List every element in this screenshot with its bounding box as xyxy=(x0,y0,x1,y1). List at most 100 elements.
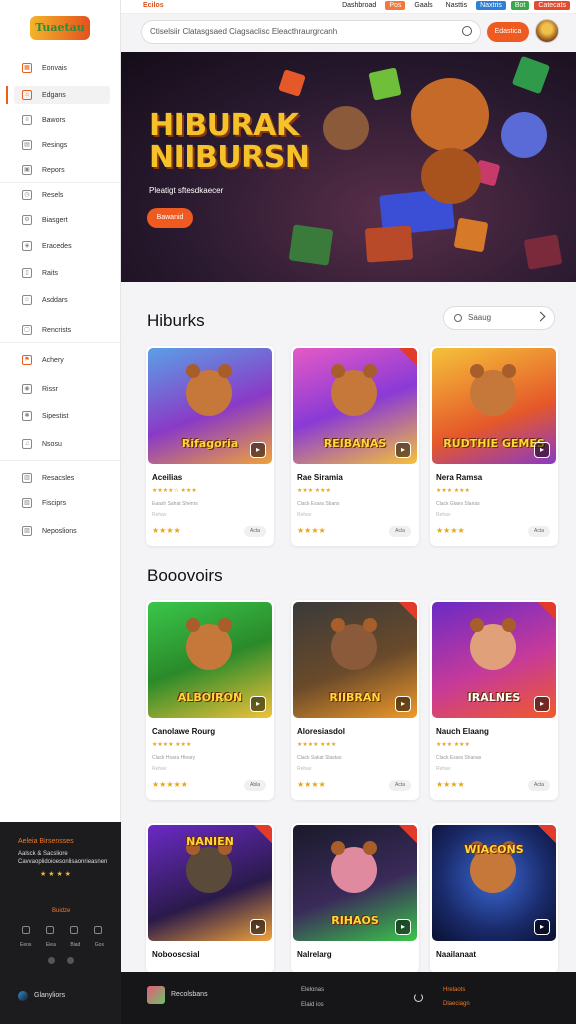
search-icon[interactable] xyxy=(462,26,472,36)
sidebar-item-achery[interactable]: ⚑ Achery xyxy=(14,351,110,369)
star-rating: ★★★★★ xyxy=(152,780,188,789)
game-card[interactable]: IRALNES ▸ Nauch Elaang ★★★ ★★★ Clack Esa… xyxy=(430,600,558,800)
dot-icon[interactable] xyxy=(48,957,55,964)
top-link-dashboard[interactable]: Dashbroad xyxy=(338,1,380,10)
chat-icon[interactable] xyxy=(70,926,78,934)
top-link-catecats[interactable]: Catecats xyxy=(534,1,570,10)
star-rating: ★★★★ xyxy=(297,526,326,535)
chevron-right-icon[interactable] xyxy=(535,311,546,322)
sidebar-item-bawors[interactable]: ≡ Bawors xyxy=(14,111,110,129)
section-title-hiburks: Hiburks xyxy=(147,311,205,330)
sidebar-item-resings[interactable]: ▤ Resings xyxy=(14,136,110,154)
game-action-pill[interactable]: Acta xyxy=(528,526,550,537)
hero-cube xyxy=(511,55,551,95)
footer-link[interactable]: Hrelaots xyxy=(443,987,465,993)
avatar[interactable] xyxy=(535,19,559,43)
sidebar-item-edgans[interactable]: ⌂ Edgans xyxy=(6,86,110,104)
search-input[interactable]: Ctiselsiir Clatasgsaed Ciagsaclisc Eleac… xyxy=(141,20,481,44)
top-link-gaals[interactable]: Gaals xyxy=(410,1,436,10)
sidebar-item-asddars[interactable]: ☺ Asddars xyxy=(14,291,110,309)
play-icon[interactable]: ▸ xyxy=(250,442,266,458)
sidebar-item-repors[interactable]: ▣ Repors xyxy=(14,161,110,179)
play-icon[interactable]: ▸ xyxy=(250,696,266,712)
play-icon[interactable]: ▸ xyxy=(395,696,411,712)
box-icon: ▥ xyxy=(22,473,32,483)
site-logo[interactable]: Tuaetau xyxy=(30,16,90,40)
game-name: Nalrelarg xyxy=(297,950,332,959)
top-link-nasttis[interactable]: Nasttis xyxy=(442,1,471,10)
game-action-pill[interactable]: Acla xyxy=(389,526,411,537)
hero-title-line2: NIIBURSN xyxy=(149,140,310,175)
play-icon[interactable]: ▸ xyxy=(395,442,411,458)
sidebar-item-sipestist[interactable]: ✱ Sipestist xyxy=(14,407,110,425)
game-card[interactable]: NANIEN ▸ Nobooscsial xyxy=(146,823,274,973)
dot-icon[interactable] xyxy=(67,957,74,964)
sidebar-item-rissr[interactable]: ◉ Rissr xyxy=(14,380,110,398)
home-icon[interactable] xyxy=(22,926,30,934)
top-link-pos[interactable]: Pos xyxy=(385,1,406,10)
game-card[interactable]: RIIBRAN ▸ Aloresiasdol ★★★★ ★★★ Clack Sa… xyxy=(291,600,419,800)
bell-icon: ♫ xyxy=(22,439,32,449)
game-meta: Clack Glaes Slanas xyxy=(436,501,480,507)
top-brand[interactable]: Ecilos xyxy=(143,2,164,9)
hero-bear-mascot xyxy=(411,78,489,152)
footer-link[interactable]: Dlaeciagn xyxy=(443,1001,470,1007)
game-action-pill[interactable]: Acta xyxy=(389,780,411,791)
game-name: Aceilias xyxy=(152,473,183,482)
play-icon[interactable]: ▸ xyxy=(534,442,550,458)
calendar-icon: ▣ xyxy=(22,165,32,175)
footer-link[interactable]: Elelonas xyxy=(301,987,324,993)
game-meta: Clack Esara Sbans xyxy=(297,501,340,507)
sidebar-item-eonvais[interactable]: ▦ Eonvais xyxy=(14,59,110,77)
hero-subtitle: Pleatigt sftesdkaecer xyxy=(149,186,224,195)
play-icon[interactable]: ▸ xyxy=(395,919,411,935)
game-card[interactable]: WIACONS ▸ Naailanaat xyxy=(430,823,558,973)
game-thumbnail: RUDTHIE GEMES ▸ xyxy=(432,348,556,464)
section-title-booovoirs: Booovoirs xyxy=(147,566,223,585)
cube-icon xyxy=(147,986,165,1004)
game-rating: ★★★★ ★★★ xyxy=(152,742,192,748)
pirate-character xyxy=(186,841,232,893)
game-card[interactable]: RUDTHIE GEMES ▸ Nera Ramsa ★★★ ★★★ Clack… xyxy=(430,346,558,546)
game-thumbnail: Rifagoria ▸ xyxy=(148,348,272,464)
section-search-input[interactable]: Saaug xyxy=(443,306,555,330)
promo-section-label: Buidze xyxy=(52,908,71,914)
game-name: Canolawe Rourg xyxy=(152,727,216,736)
sidebar-item-rencrists[interactable]: ▢ Rencrists xyxy=(14,321,110,339)
game-card[interactable]: Rifagoria ▸ Aceilias ★★★★☆ ★★★ Eaash Sah… xyxy=(146,346,274,546)
sidebar-item-biasgert[interactable]: ⚙ Biasgert xyxy=(14,211,110,229)
sidebar-item-label: Resels xyxy=(42,191,64,199)
header-action-button[interactable]: Edastica xyxy=(487,22,529,42)
settings-icon[interactable] xyxy=(94,926,102,934)
game-card[interactable]: RIHAOS ▸ Nalrelarg xyxy=(291,823,419,973)
top-link-bot[interactable]: Bot xyxy=(510,1,530,10)
hero-cta-button[interactable]: Bawanid xyxy=(147,208,193,228)
footer-brand[interactable]: Recolsbans xyxy=(171,991,208,998)
brand-name[interactable]: Glanyliors xyxy=(34,992,65,999)
game-action-pill[interactable]: Abla xyxy=(244,780,266,791)
hero-cube xyxy=(364,225,414,263)
sidebar-item-eracedes[interactable]: ◈ Eracedes xyxy=(14,237,110,255)
sidebar-item-neposlions[interactable]: ▨ Neposlions xyxy=(14,522,110,540)
game-card[interactable]: REIBANAS ▸ Rae Siramia ★★★ ★★★ Clack Esa… xyxy=(291,346,419,546)
grid-icon[interactable] xyxy=(46,926,54,934)
game-card[interactable]: ALBOIRON ▸ Canolawe Rourg ★★★★ ★★★ Clack… xyxy=(146,600,274,800)
play-icon[interactable]: ▸ xyxy=(250,919,266,935)
sidebar-item-nsosu[interactable]: ♫ Nsosu xyxy=(14,435,110,453)
play-icon[interactable]: ▸ xyxy=(534,696,550,712)
sidebar-item-resels[interactable]: ◷ Resels xyxy=(14,186,110,204)
refresh-icon[interactable] xyxy=(414,993,423,1002)
brand-icon xyxy=(18,991,28,1001)
sidebar-item-fisciprs[interactable]: ▧ Fisciprs xyxy=(14,494,110,512)
footer-link[interactable]: Elaid ios xyxy=(301,1002,324,1008)
sidebar-item-raits[interactable]: ▯ Raits xyxy=(14,264,110,282)
top-link-naxtris[interactable]: Naxtris xyxy=(476,1,506,10)
list-icon: ≡ xyxy=(22,115,32,125)
hero-cube xyxy=(278,69,306,97)
game-action-pill[interactable]: Acta xyxy=(244,526,266,537)
promo-label-row: Eeos Eiea Biad Gos xyxy=(20,942,104,948)
game-action-pill[interactable]: Acta xyxy=(528,780,550,791)
game-meta: Clack Sakat Slastas xyxy=(297,755,342,761)
sidebar-item-resacsles[interactable]: ▥ Resacsles xyxy=(14,469,110,487)
play-icon[interactable]: ▸ xyxy=(534,919,550,935)
